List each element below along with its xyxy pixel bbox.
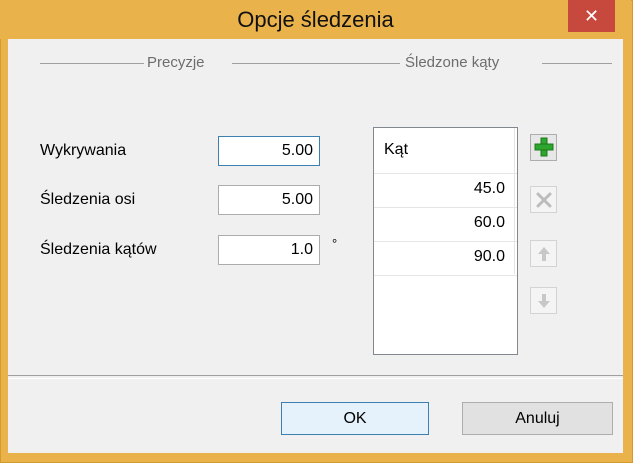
list-item[interactable]: 90.0 [374,242,517,276]
list-column-separator [514,174,515,274]
axis-tracking-input[interactable]: 5.00 [218,185,320,215]
precision-group-line-right [232,63,400,64]
plus-icon [534,137,553,157]
delete-angle-button[interactable] [530,186,557,213]
precision-group-title: Precyzje [147,54,205,71]
degree-unit-label: ° [332,236,338,251]
angle-tracking-input[interactable]: 1.0 [218,235,320,265]
title-bar: Opcje śledzenia ✕ [0,0,631,39]
list-header-separator [514,128,515,174]
detection-input[interactable]: 5.00 [218,136,320,166]
close-button[interactable]: ✕ [568,0,615,32]
detection-label: Wykrywania [40,142,127,159]
move-down-button[interactable] [530,287,557,314]
list-item[interactable]: 45.0 [374,174,517,208]
ok-button[interactable]: OK [281,402,429,435]
footer-divider [8,375,623,379]
delete-icon [536,192,551,208]
add-angle-button[interactable] [530,134,557,161]
dialog-title: Opcje śledzenia [237,7,394,32]
tracked-angles-list[interactable]: Kąt 45.0 60.0 90.0 [373,127,518,355]
angle-tracking-label: Śledzenia kątów [40,241,157,258]
tracked-angles-group-line-right [542,63,612,64]
close-icon: ✕ [583,6,600,26]
cancel-button[interactable]: Anuluj [462,402,613,435]
move-up-button[interactable] [530,240,557,267]
arrow-down-icon [537,294,550,308]
list-header-angle[interactable]: Kąt [374,128,517,174]
tracked-angles-group-title: Śledzone kąty [405,54,500,71]
precision-group-line-left [40,63,144,64]
list-item[interactable]: 60.0 [374,208,517,242]
axis-tracking-label: Śledzenia osi [40,191,136,208]
arrow-up-icon [537,247,550,261]
